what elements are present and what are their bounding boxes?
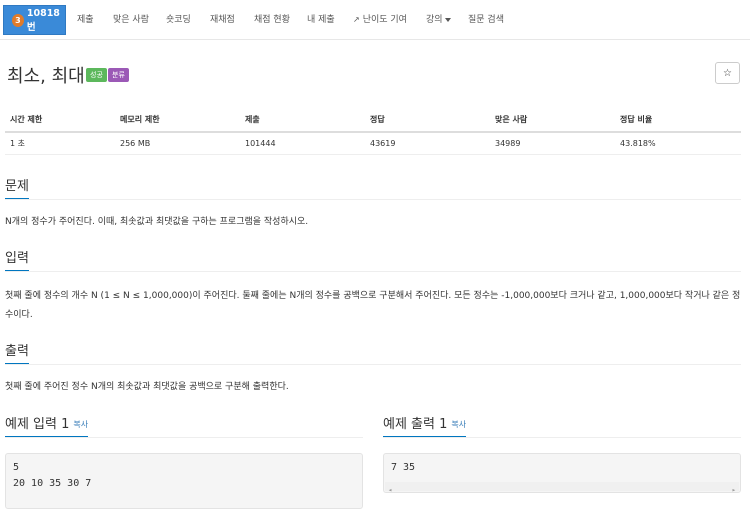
section-divider <box>5 364 741 365</box>
sample-output-title: 예제 출력 1 복사 <box>383 413 467 438</box>
sample-input-line: 5 <box>13 462 20 473</box>
header-submissions: 제출 <box>240 108 365 133</box>
sample-input-label: 예제 입력 1 <box>5 417 70 432</box>
top-navbar: 3 10818번 제출 맞은 사람 숏코딩 재채점 채점 현황 내 제출 ↗ 난이… <box>0 0 750 40</box>
section-divider <box>5 199 741 200</box>
sample-input-line: 20 10 35 30 7 <box>13 478 92 489</box>
header-solved-users: 맞은 사람 <box>490 108 615 133</box>
problem-number-tab[interactable]: 3 10818번 <box>3 5 66 35</box>
time-limit-value: 1 초 <box>5 132 115 155</box>
external-link-icon: ↗ <box>353 15 360 24</box>
solved-users-value: 34989 <box>490 132 615 155</box>
nav-question-search[interactable]: 질문 검색 <box>468 0 504 40</box>
nav-judge-status[interactable]: 채점 현황 <box>254 0 290 40</box>
scroll-right-icon[interactable]: ▸ <box>732 482 736 498</box>
nav-short-coding[interactable]: 숏코딩 <box>166 0 191 40</box>
sample-output-label: 예제 출력 1 <box>383 417 448 432</box>
caret-down-icon <box>444 17 451 22</box>
scroll-left-icon[interactable]: ◂ <box>388 482 392 498</box>
section-title-description: 문제 <box>5 175 29 200</box>
nav-rejudge[interactable]: 재채점 <box>210 0 235 40</box>
section-divider <box>5 437 363 438</box>
horizontal-scrollbar[interactable]: ◂ ▸ <box>385 482 739 494</box>
category-badge[interactable]: 분류 <box>108 68 129 82</box>
header-accept-ratio: 정답 비율 <box>615 108 741 133</box>
copy-sample-output-link[interactable]: 복사 <box>451 420 466 429</box>
header-memory-limit: 메모리 제한 <box>115 108 240 133</box>
nav-difficulty-label: 난이도 기여 <box>362 15 407 25</box>
nav-submit[interactable]: 제출 <box>77 0 94 40</box>
section-divider <box>5 271 741 272</box>
section-title-input: 입력 <box>5 247 29 272</box>
nav-my-submissions[interactable]: 내 제출 <box>307 0 335 40</box>
sample-input-box: 5 20 10 35 30 7 <box>5 453 363 509</box>
nav-solved-users[interactable]: 맞은 사람 <box>113 0 149 40</box>
table-row: 1 초 256 MB 101444 43619 34989 43.818% <box>5 132 741 155</box>
nav-difficulty-contribution[interactable]: ↗ 난이도 기여 <box>353 0 407 40</box>
nav-lectures-dropdown[interactable]: 강의 <box>426 0 451 40</box>
star-icon: ☆ <box>723 67 732 79</box>
sample-output-box: 7 35 ◂ ▸ <box>383 453 741 494</box>
memory-limit-value: 256 MB <box>115 132 240 155</box>
submissions-value: 101444 <box>240 132 365 155</box>
tier-badge: 3 <box>12 13 24 27</box>
description-text: N개의 정수가 주어진다. 이때, 최솟값과 최댓값을 구하는 프로그램을 작성… <box>5 217 309 227</box>
nav-lectures-label: 강의 <box>426 15 443 25</box>
status-badge-success: 성공 <box>86 68 107 82</box>
section-divider <box>383 437 741 438</box>
header-accepted: 정답 <box>365 108 490 133</box>
header-time-limit: 시간 제한 <box>5 108 115 133</box>
sample-input-title: 예제 입력 1 복사 <box>5 413 89 438</box>
problem-number-label: 10818번 <box>26 7 60 33</box>
accept-ratio-value: 43.818% <box>615 132 741 155</box>
table-header-row: 시간 제한 메모리 제한 제출 정답 맞은 사람 정답 비율 <box>5 108 741 133</box>
favorite-star-button[interactable]: ☆ <box>715 62 740 84</box>
sample-output-line: 7 35 <box>391 462 416 473</box>
accepted-value: 43619 <box>365 132 490 155</box>
output-text: 첫째 줄에 주어진 정수 N개의 최솟값과 최댓값을 공백으로 구분해 출력한다… <box>5 382 289 392</box>
section-title-output: 출력 <box>5 340 29 365</box>
problem-info-table: 시간 제한 메모리 제한 제출 정답 맞은 사람 정답 비율 1 초 256 M… <box>5 108 741 155</box>
problem-title: 최소, 최대 <box>7 66 85 87</box>
input-text: 첫째 줄에 정수의 개수 N (1 ≤ N ≤ 1,000,000)이 주어진다… <box>5 291 741 320</box>
copy-sample-input-link[interactable]: 복사 <box>73 420 88 429</box>
